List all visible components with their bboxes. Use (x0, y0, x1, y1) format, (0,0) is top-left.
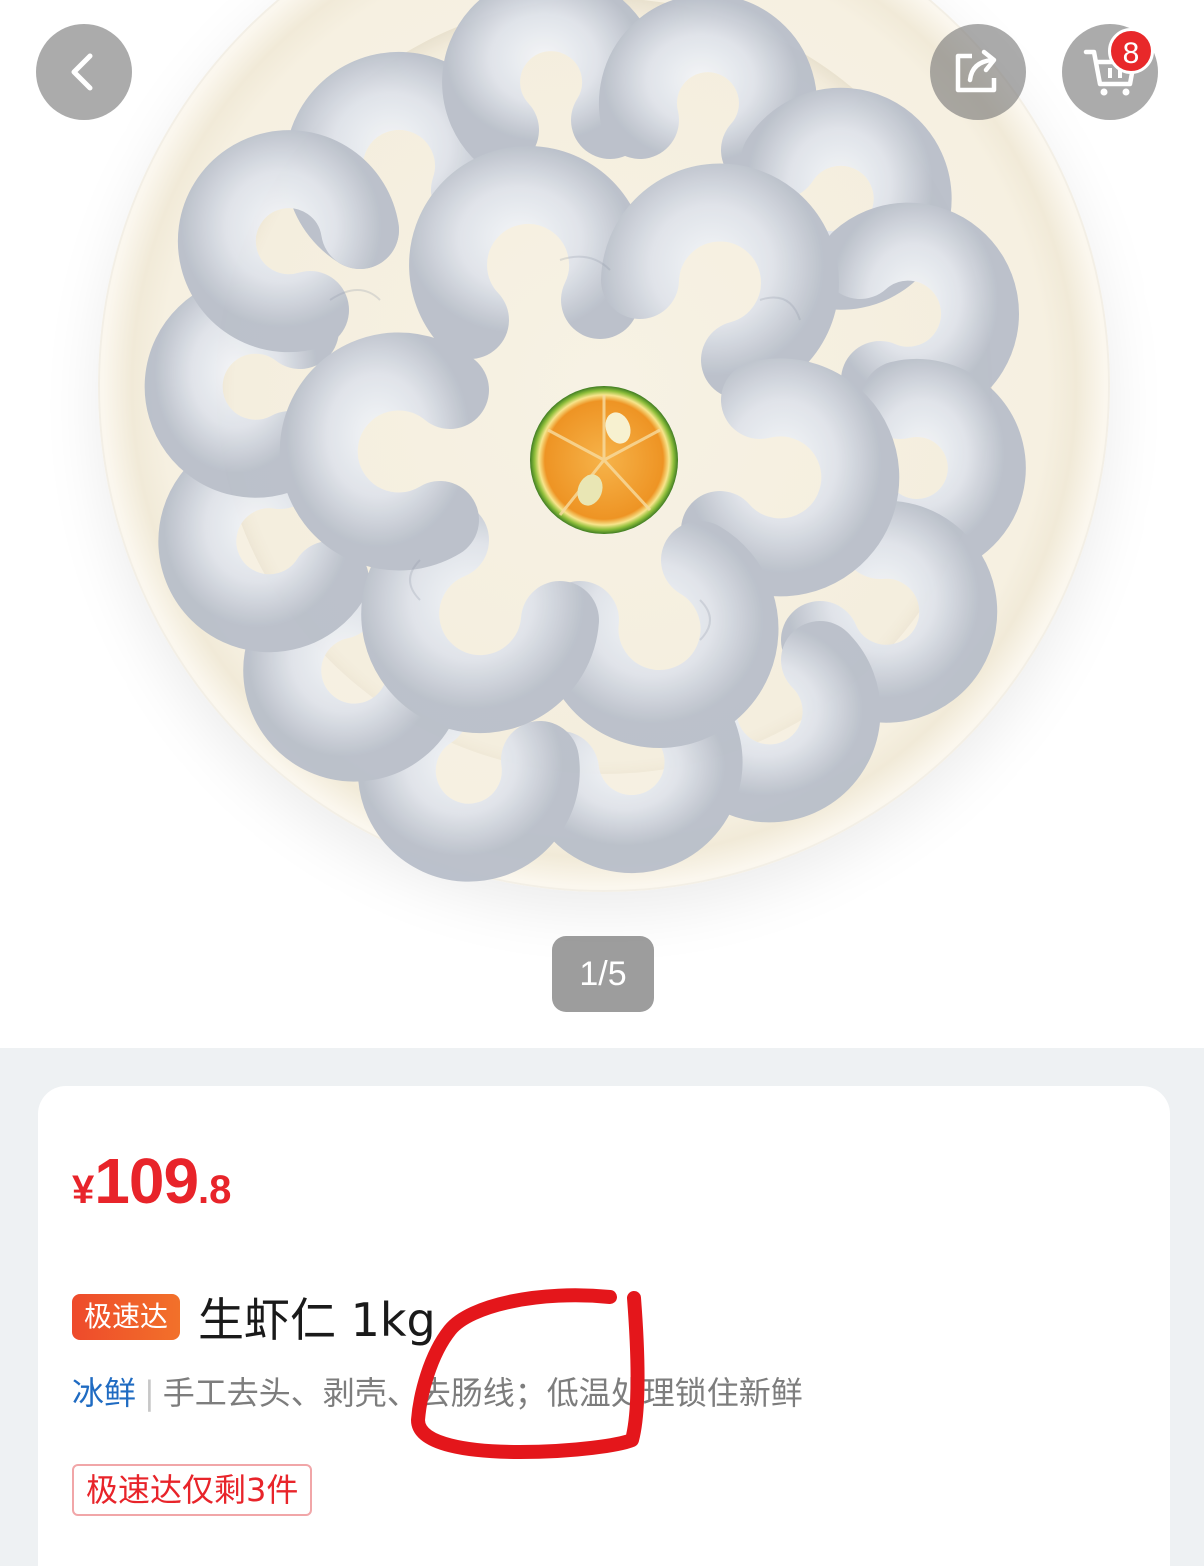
back-button[interactable] (36, 24, 132, 120)
share-icon (955, 49, 997, 93)
product-image-carousel[interactable]: 8 1/5 (0, 0, 1204, 1048)
product-title: 生虾仁 1kg (198, 1293, 436, 1347)
storage-type-label: 冰鲜 (72, 1374, 137, 1412)
price-currency: ¥ (72, 1168, 95, 1212)
separator: | (144, 1374, 155, 1412)
cart-count-badge: 8 (1108, 28, 1154, 74)
stock-notice-tag: 极速达仅剩3件 (72, 1464, 313, 1516)
price-decimal: .8 (198, 1168, 232, 1212)
chevron-left-icon (71, 53, 93, 91)
product-info-card: ¥109.8 极速达 生虾仁 1kg 冰鲜 | 手工去头、剥壳、去肠线；低温处理锁住… (38, 1086, 1170, 1566)
shrimp-product-photo (144, 0, 1026, 882)
description-text: 手工去头、剥壳、去肠线；低温处理锁住新鲜 (162, 1374, 803, 1412)
product-price: ¥109.8 (72, 1144, 231, 1218)
price-integer: 109 (94, 1145, 199, 1217)
product-description: 冰鲜 | 手工去头、剥壳、去肠线；低温处理锁住新鲜 (72, 1368, 803, 1414)
express-delivery-tag: 极速达 (72, 1294, 181, 1340)
image-pager-indicator: 1/5 (552, 936, 654, 1012)
share-button[interactable] (930, 24, 1026, 120)
product-title-row: 极速达 生虾仁 1kg (72, 1284, 436, 1350)
